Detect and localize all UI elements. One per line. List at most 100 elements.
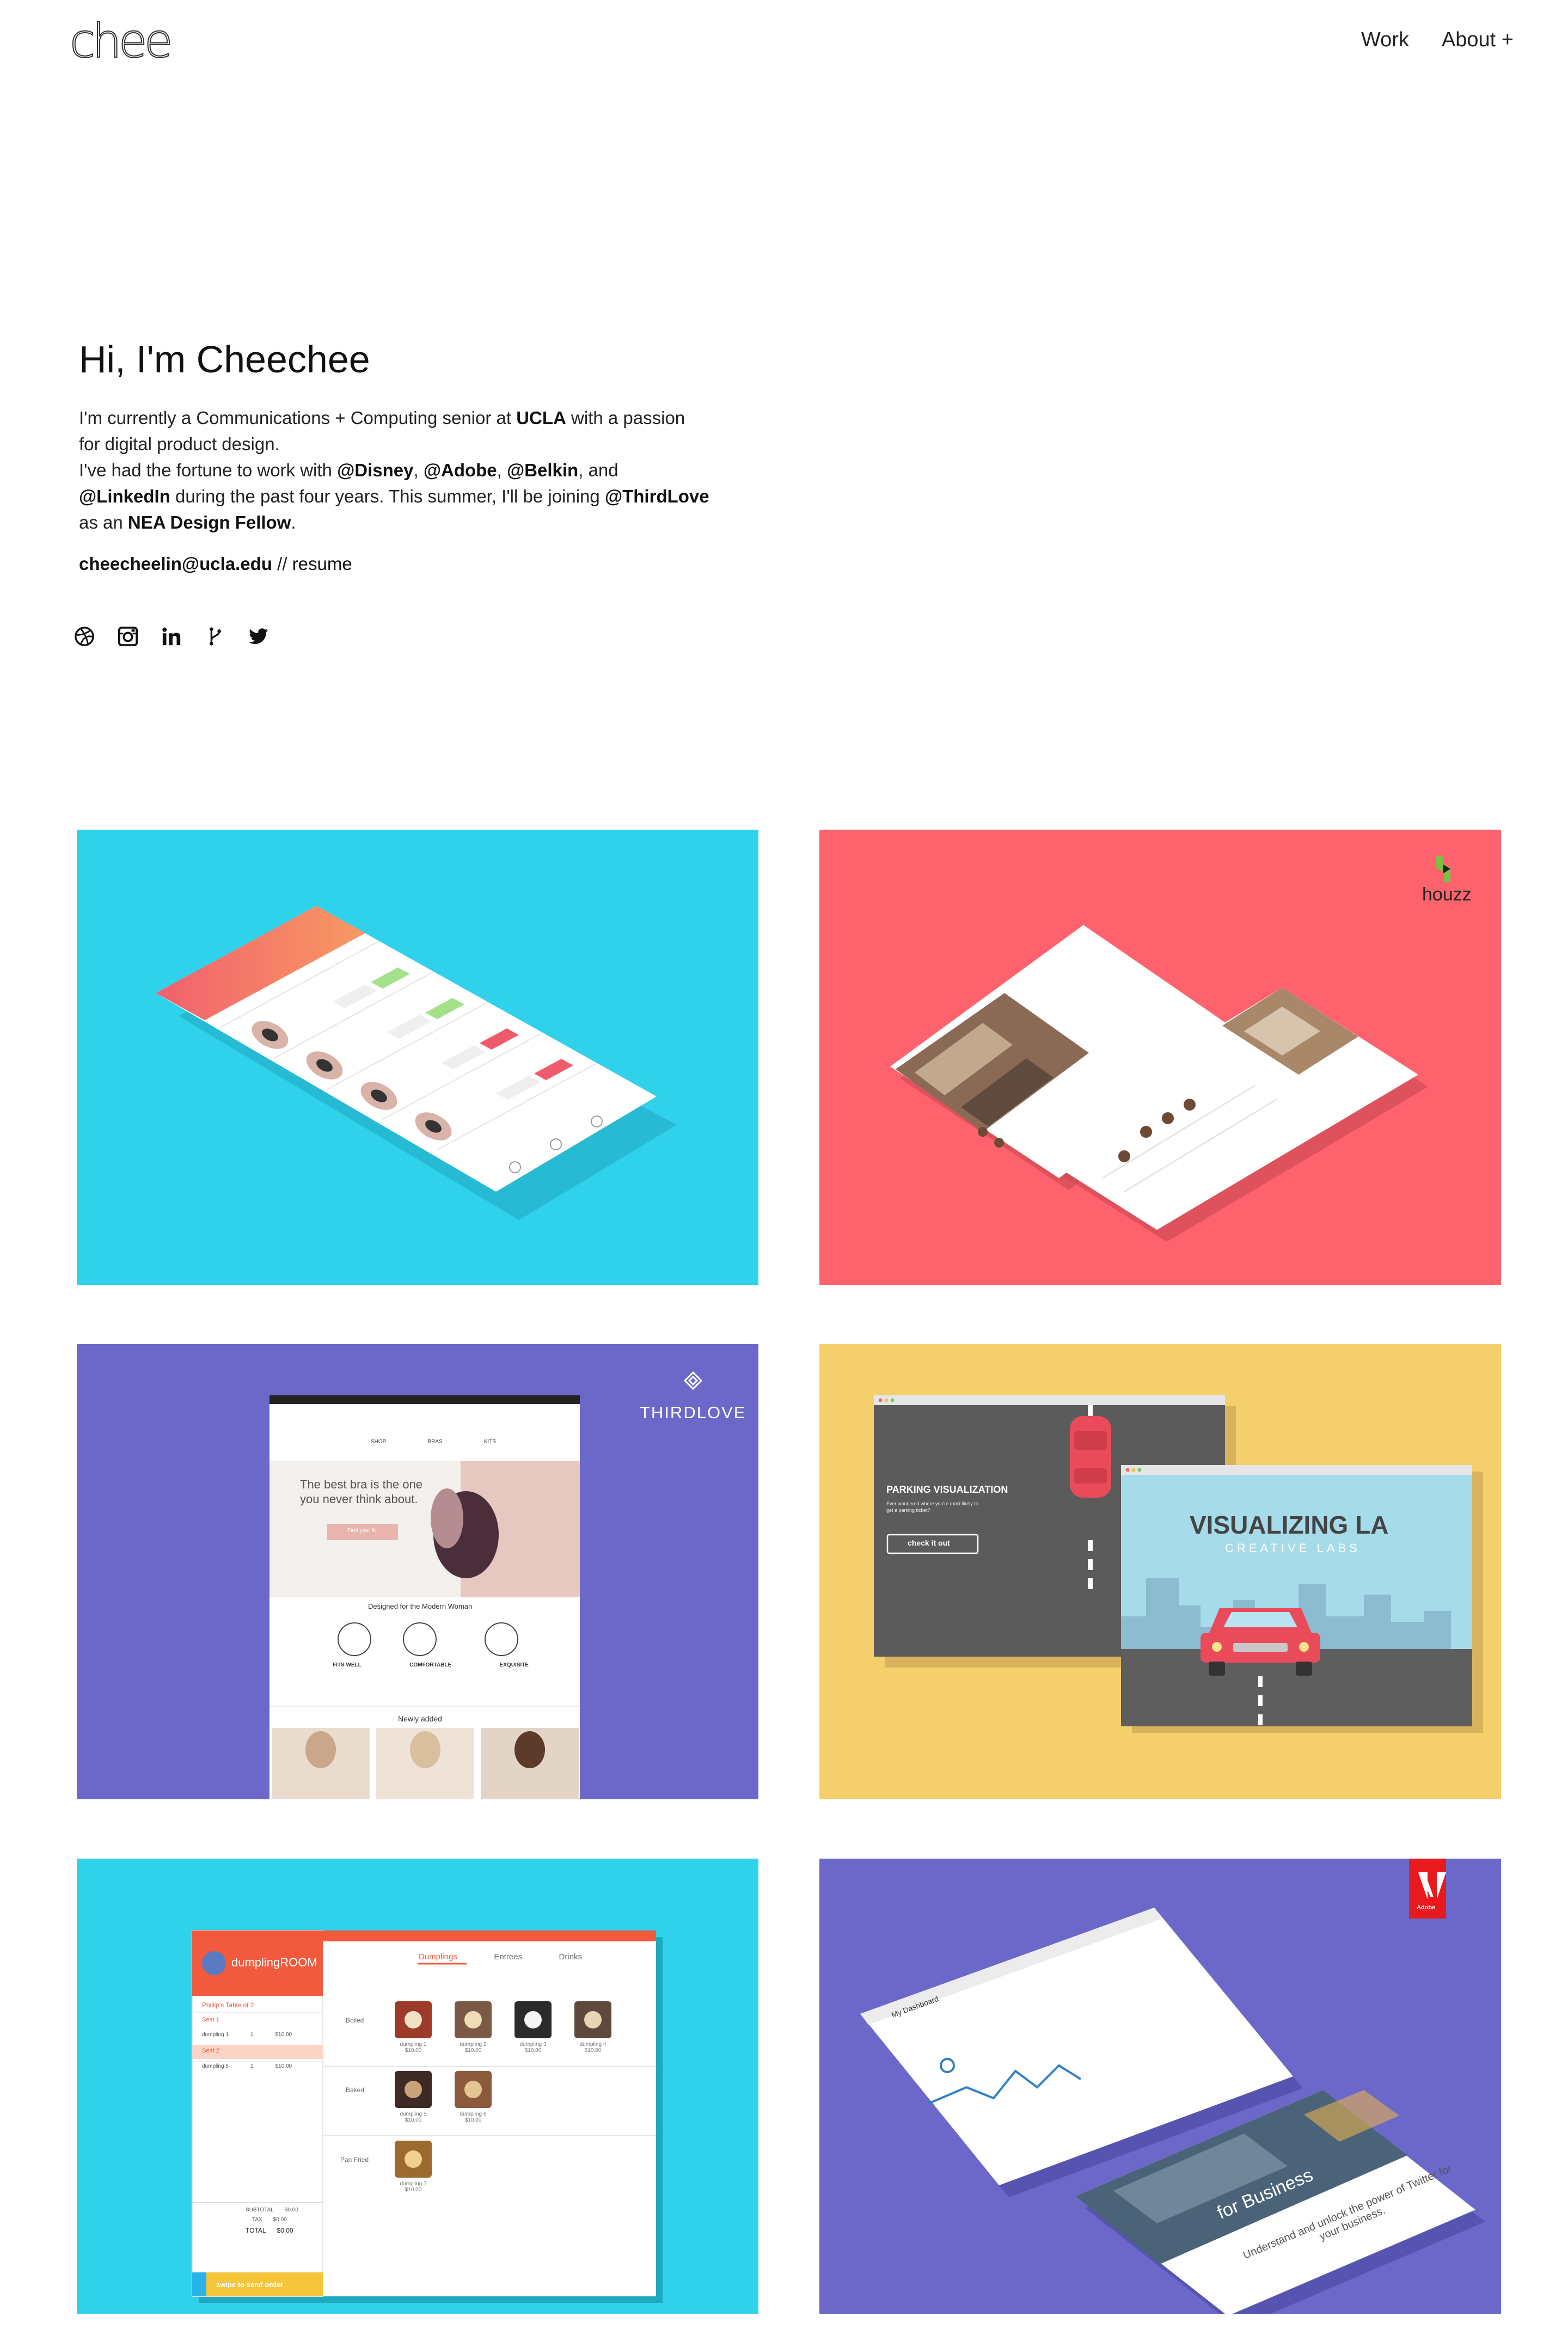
visualizing-la-title: VISUALIZING LA (1190, 1511, 1389, 1539)
order-item-name: dumpling 1 (202, 2032, 229, 2038)
tax-value: $0.00 (273, 2217, 287, 2223)
creative-labs-subtitle: CREATIVE LABS (1225, 1541, 1361, 1555)
thirdlove-link[interactable]: @ThirdLove (605, 486, 709, 506)
project-tile-adobe[interactable]: Adobe My Dashboard for Business Understa… (819, 1859, 1501, 2314)
feature-comfortable: COMFORTABLE (409, 1662, 452, 1668)
houzz-mockup (819, 830, 1501, 1285)
total-value: $0.00 (277, 2227, 293, 2234)
thirdlove-brand: THIRDLOVE (640, 1403, 746, 1422)
tab-drinks[interactable]: Drinks (559, 1952, 582, 1962)
intro-paragraph: I'm currently a Communications + Computi… (79, 405, 710, 536)
menu-item-price: $10.00 (464, 2117, 482, 2123)
project-tile-dumpling-room[interactable]: dumplingROOM Dumplings Entrees Drinks Ph… (77, 1859, 758, 2314)
github-icon[interactable] (205, 626, 225, 647)
houzz-logo-text: houzz (1422, 884, 1472, 905)
separator: // (272, 554, 292, 574)
order-item-qty: 1 (250, 2032, 254, 2038)
menu-item-name: dumpling 7 (400, 2181, 427, 2187)
tab-entrees[interactable]: Entrees (494, 1952, 522, 1962)
project-tile-watch-app[interactable] (77, 830, 758, 1285)
nav-about[interactable]: About + (1442, 28, 1514, 52)
project-tile-visualizing-la[interactable]: PARKING VISUALIZATION Ever wondered wher… (819, 1344, 1501, 1799)
intro-text: I've had the fortune to work with (79, 460, 338, 480)
menu-item-name: dumpling 2 (460, 2042, 487, 2048)
menu-item-name: dumpling 1 (400, 2042, 427, 2048)
dumpling-tabs: Dumplings Entrees Drinks (419, 1952, 582, 1962)
section-boiled: Boiled (346, 2017, 364, 2024)
intro-text: , (413, 460, 424, 480)
thirdlove-nav-shop: SHOP (371, 1439, 387, 1445)
intro-text: as an (79, 512, 128, 532)
adobe-logo-text: Adobe (1417, 1904, 1436, 1911)
logo-text: chee (69, 14, 174, 69)
dribbble-icon[interactable] (74, 626, 95, 647)
table-title: Phillip's Table of 2 (202, 2001, 254, 2009)
linkedin-icon[interactable] (161, 626, 182, 647)
tab-dumplings[interactable]: Dumplings (419, 1952, 457, 1962)
instagram-icon[interactable] (118, 626, 138, 647)
intro-text: I'm currently a Communications + Computi… (79, 408, 517, 428)
menu-item-name: dumpling 5 (400, 2111, 427, 2117)
thirdlove-hero-line1: The best bra is the one (300, 1478, 423, 1491)
menu-item-label: dumpling 3 $10.00 (511, 2042, 555, 2054)
section-baked: Baked (346, 2086, 365, 2094)
contact-line: cheecheelin@ucla.edu // resume (79, 551, 710, 577)
swipe-to-send: swipe to send order (216, 2281, 283, 2289)
thirdlove-nav-bras: BRAS (427, 1439, 443, 1445)
menu-item-name: dumpling 6 (460, 2111, 487, 2117)
menu-item-label: dumpling 1 $10.00 (391, 2042, 435, 2054)
dumpling-brand: dumplingROOM (231, 1956, 317, 1969)
page-title: Hi, I'm Cheechee (79, 338, 370, 381)
logo[interactable]: chee (69, 14, 174, 69)
thirdlove-designed-for: Designed for the Modern Woman (368, 1602, 473, 1610)
email-link[interactable]: cheecheelin@ucla.edu (79, 554, 272, 574)
project-tile-thirdlove[interactable]: THIRDLOVE SHOP BRAS KITS The best bra is… (77, 1344, 758, 1799)
thirdlove-features: FITS WELL COMFORTABLE EXQUISITE (333, 1662, 529, 1668)
order-item-name: dumpling 5 (202, 2063, 229, 2069)
dumpling-room-mockup (77, 1859, 758, 2314)
menu-item-price: $10.00 (405, 2117, 422, 2123)
tax-label: TAX (252, 2217, 262, 2223)
menu-item-price: $10.00 (464, 2048, 482, 2054)
intro-text: , (497, 460, 507, 480)
intro: Hi, I'm Cheechee I'm currently a Communi… (79, 338, 710, 577)
menu-item-label: dumpling 5 $10.00 (391, 2111, 435, 2123)
menu-item-label: dumpling 2 $10.00 (451, 2042, 495, 2054)
parking-title: PARKING VISUALIZATION (886, 1484, 1008, 1495)
disney-link[interactable]: @Disney (337, 460, 413, 480)
visualizing-la-mockup (819, 1344, 1501, 1799)
ucla-link[interactable]: UCLA (516, 408, 566, 428)
intro-text: , and (578, 460, 618, 480)
section-pan-fried: Pan Fried (340, 2156, 369, 2163)
order-row-2: dumpling 5 1 $10.00 (202, 2063, 311, 2069)
main-nav: Work About + (1361, 28, 1514, 52)
menu-item-price: $10.00 (524, 2048, 542, 2054)
resume-link[interactable]: resume (292, 554, 352, 574)
menu-item-price: $10.00 (584, 2048, 602, 2054)
parking-sub-1: Ever wondered where you're most likely t… (886, 1501, 978, 1506)
nav-work[interactable]: Work (1361, 28, 1409, 52)
parking-sub-2: get a parking ticket? (886, 1507, 930, 1513)
linkedin-link[interactable]: @LinkedIn (79, 486, 170, 506)
project-tile-houzz[interactable]: houzz (819, 830, 1501, 1285)
thirdlove-cta: Find your fit (347, 1528, 376, 1534)
adobe-mockup (819, 1859, 1501, 2314)
watch-app-mockup (77, 830, 758, 1285)
adobe-link[interactable]: @Adobe (424, 460, 497, 480)
menu-item-name: dumpling 3 (519, 2042, 547, 2048)
check-it-out-button: check it out (908, 1539, 950, 1547)
thirdlove-hero-line2: you never think about. (300, 1492, 418, 1506)
order-item-price: $10.00 (275, 2063, 292, 2069)
menu-item-price: $10.00 (405, 2187, 422, 2193)
nea-link[interactable]: NEA Design Fellow (128, 512, 291, 532)
tax-row: TAX $0.00 (252, 2217, 287, 2223)
menu-item-label: dumpling 4 $10.00 (571, 2042, 615, 2054)
intro-text: during the past four years. This summer,… (170, 486, 605, 506)
subtotal-label: SUBTOTAL (246, 2207, 274, 2213)
seat-2-label: Seat 2 (202, 2048, 219, 2054)
order-item-price: $10.00 (275, 2032, 292, 2038)
thirdlove-newly-added: Newly added (398, 1714, 442, 1723)
belkin-link[interactable]: @Belkin (507, 460, 578, 480)
twitter-icon[interactable] (248, 626, 269, 647)
order-item-qty: 1 (250, 2063, 254, 2069)
